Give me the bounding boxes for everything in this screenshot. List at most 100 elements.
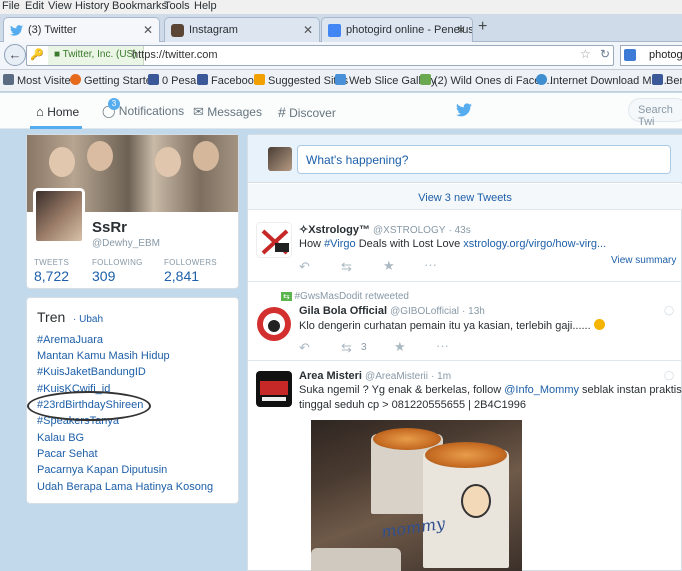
avatar[interactable]	[256, 306, 292, 342]
retweet-icon: ⇆	[281, 292, 292, 301]
more-icon[interactable]: ···	[436, 338, 449, 353]
tweet-author[interactable]: Area Misteri @AreaMisterii · 1m	[299, 370, 451, 382]
tab-google[interactable]: photogird online - Penelus... ✕	[321, 17, 473, 42]
retweeted-by[interactable]: ⇆ #GwsMasDodit retweeted	[281, 291, 409, 302]
bookmark-facebook[interactable]: Facebook	[197, 74, 259, 87]
avatar[interactable]	[256, 222, 292, 258]
tweet-handle: @GIBOLofficial	[390, 306, 459, 317]
nav-messages-label: Messages	[207, 105, 262, 119]
close-icon[interactable]: ✕	[456, 23, 466, 37]
trend-item[interactable]: Pacar Sehat	[37, 448, 98, 460]
favorite-star-icon[interactable]: ★	[383, 258, 395, 274]
compose-tweet-input[interactable]: What's happening?	[297, 145, 671, 174]
close-icon[interactable]: ✕	[143, 23, 153, 37]
more-icon[interactable]: ···	[424, 257, 437, 272]
stat-label-tweets: TWEETS	[34, 258, 70, 267]
reply-icon[interactable]: ↶	[299, 259, 310, 275]
favorite-star-icon[interactable]: ★	[394, 339, 406, 355]
tab-twitter[interactable]: (3) Twitter ✕	[3, 17, 160, 42]
gila-bola-logo-icon	[257, 307, 291, 341]
tweet-text-part: How	[299, 238, 325, 250]
trend-item[interactable]: Pacarnya Kapan Diputusin	[37, 464, 167, 476]
nav-messages[interactable]: ✉ Messages	[193, 104, 262, 120]
envelope-icon: ✉	[193, 104, 204, 119]
tweet-text: Suka ngemil ? Yg enak & berkelas, follow…	[299, 384, 682, 396]
reply-icon[interactable]: ↶	[299, 340, 310, 356]
tweet-author[interactable]: ✧Xstrology™ @XSTROLOGY · 43s	[299, 223, 471, 236]
star-icon[interactable]: ☆	[580, 47, 591, 61]
tweet-author-name: Area Misteri	[299, 370, 362, 382]
menu-edit[interactable]: Edit	[25, 0, 44, 12]
avatar[interactable]	[33, 188, 85, 244]
avatar[interactable]	[256, 371, 292, 407]
menu-bar: File Edit View History Bookmarks Tools H…	[0, 0, 682, 14]
menu-help[interactable]: Help	[194, 0, 217, 12]
bookmark-internet-download[interactable]: Internet Download Ma...	[536, 74, 667, 87]
view-new-tweets-bar[interactable]: View 3 new Tweets	[248, 184, 682, 210]
trend-item[interactable]: #AremaJuara	[37, 334, 103, 346]
menu-bookmarks[interactable]: Bookmarks	[112, 0, 167, 12]
trend-item[interactable]: Udah Berapa Lama Hatinya Kosong	[37, 481, 213, 493]
bookmark-suggested-sites[interactable]: Suggested Sites	[254, 74, 348, 87]
stat-value-tweets[interactable]: 8,722	[34, 268, 69, 284]
twitter-search-input[interactable]: Search Twi	[628, 98, 682, 128]
tweet-time[interactable]: · 43s	[448, 225, 470, 236]
chevron-down-icon[interactable]: ◯	[664, 370, 674, 381]
retweet-icon[interactable]: ⇆	[341, 259, 352, 275]
retweet-icon[interactable]: ⇆	[341, 340, 352, 356]
bookmark-pesan[interactable]: 0 Pesan	[148, 74, 202, 87]
bookmark-label: Most Visited	[17, 75, 77, 87]
nav-home[interactable]: ⌂ Home	[36, 104, 79, 119]
nav-discover[interactable]: # Discover	[278, 104, 336, 120]
bookmark-getting-started[interactable]: Getting Started	[70, 74, 158, 87]
site-identity[interactable]: ■ Twitter, Inc. (US)	[48, 46, 144, 65]
tweet-time[interactable]: · 1m	[431, 371, 451, 382]
wild-ones-icon	[420, 74, 431, 85]
facebook-icon	[148, 74, 159, 85]
reload-icon[interactable]: ↻	[600, 47, 610, 61]
tweet-time[interactable]: · 13h	[462, 306, 485, 317]
retweeted-by-label: #GwsMasDodit retweeted	[294, 291, 409, 302]
retweet-count: 3	[361, 342, 367, 353]
menu-file[interactable]: File	[2, 0, 20, 12]
stat-value-followers[interactable]: 2,841	[164, 268, 199, 284]
back-arrow-icon[interactable]: ←	[4, 44, 26, 66]
firefox-icon	[70, 74, 81, 85]
avatar	[268, 147, 292, 171]
tab-label: Instagram	[189, 24, 238, 36]
stat-value-following[interactable]: 309	[92, 268, 115, 284]
tweet-text-line2: tinggal seduh cp > 081220555655 | 2B4C19…	[299, 399, 527, 411]
profile-name[interactable]: SsRr	[92, 219, 127, 236]
trends-change-link[interactable]: · Ubah	[73, 314, 103, 325]
tweet-handle: @XSTROLOGY	[373, 225, 446, 236]
tweet-divider	[248, 360, 682, 361]
menu-history[interactable]: History	[75, 0, 109, 12]
tweet-text-part: Deals with Lost Love	[355, 238, 464, 250]
xstrology-logo-icon	[261, 229, 289, 255]
new-tab-button[interactable]: +	[478, 18, 487, 36]
bookmark-bera[interactable]: Bera	[652, 74, 682, 87]
trend-item[interactable]: #KuisJaketBandungID	[37, 366, 146, 378]
trend-item[interactable]: Kalau BG	[37, 432, 84, 444]
tab-instagram[interactable]: Instagram ✕	[164, 17, 320, 42]
menu-tools[interactable]: Tools	[164, 0, 190, 12]
tweet-author[interactable]: Gila Bola Official @GIBOLofficial · 13h	[299, 305, 485, 317]
tweet-author-name: Gila Bola Official	[299, 305, 388, 317]
url-text[interactable]: https://twitter.com	[132, 49, 218, 61]
bookmark-most-visited[interactable]: Most Visited	[3, 74, 77, 87]
trend-item[interactable]: Mantan Kamu Masih Hidup	[37, 350, 170, 362]
tweet-mention-link[interactable]: @Info_Mommy	[504, 384, 579, 396]
tweet-hashtag-link[interactable]: #Virgo	[324, 238, 356, 250]
nav-discover-label: Discover	[289, 106, 336, 120]
tweet-text-part: Suka ngemil ? Yg enak & berkelas, follow	[299, 384, 505, 396]
profile-handle[interactable]: @Dewhy_EBM	[92, 238, 160, 249]
tweet-photo[interactable]: mommy	[311, 420, 522, 571]
facebook-icon	[197, 74, 208, 85]
menu-view[interactable]: View	[48, 0, 72, 12]
tweet-url-link[interactable]: xstrology.org/virgo/how-virg...	[463, 238, 606, 250]
chevron-down-icon[interactable]: ◯	[664, 305, 674, 316]
view-summary-link[interactable]: View summary	[611, 255, 676, 266]
google-icon[interactable]	[624, 49, 636, 61]
twitter-bird-icon[interactable]	[456, 103, 472, 117]
close-icon[interactable]: ✕	[303, 23, 313, 37]
